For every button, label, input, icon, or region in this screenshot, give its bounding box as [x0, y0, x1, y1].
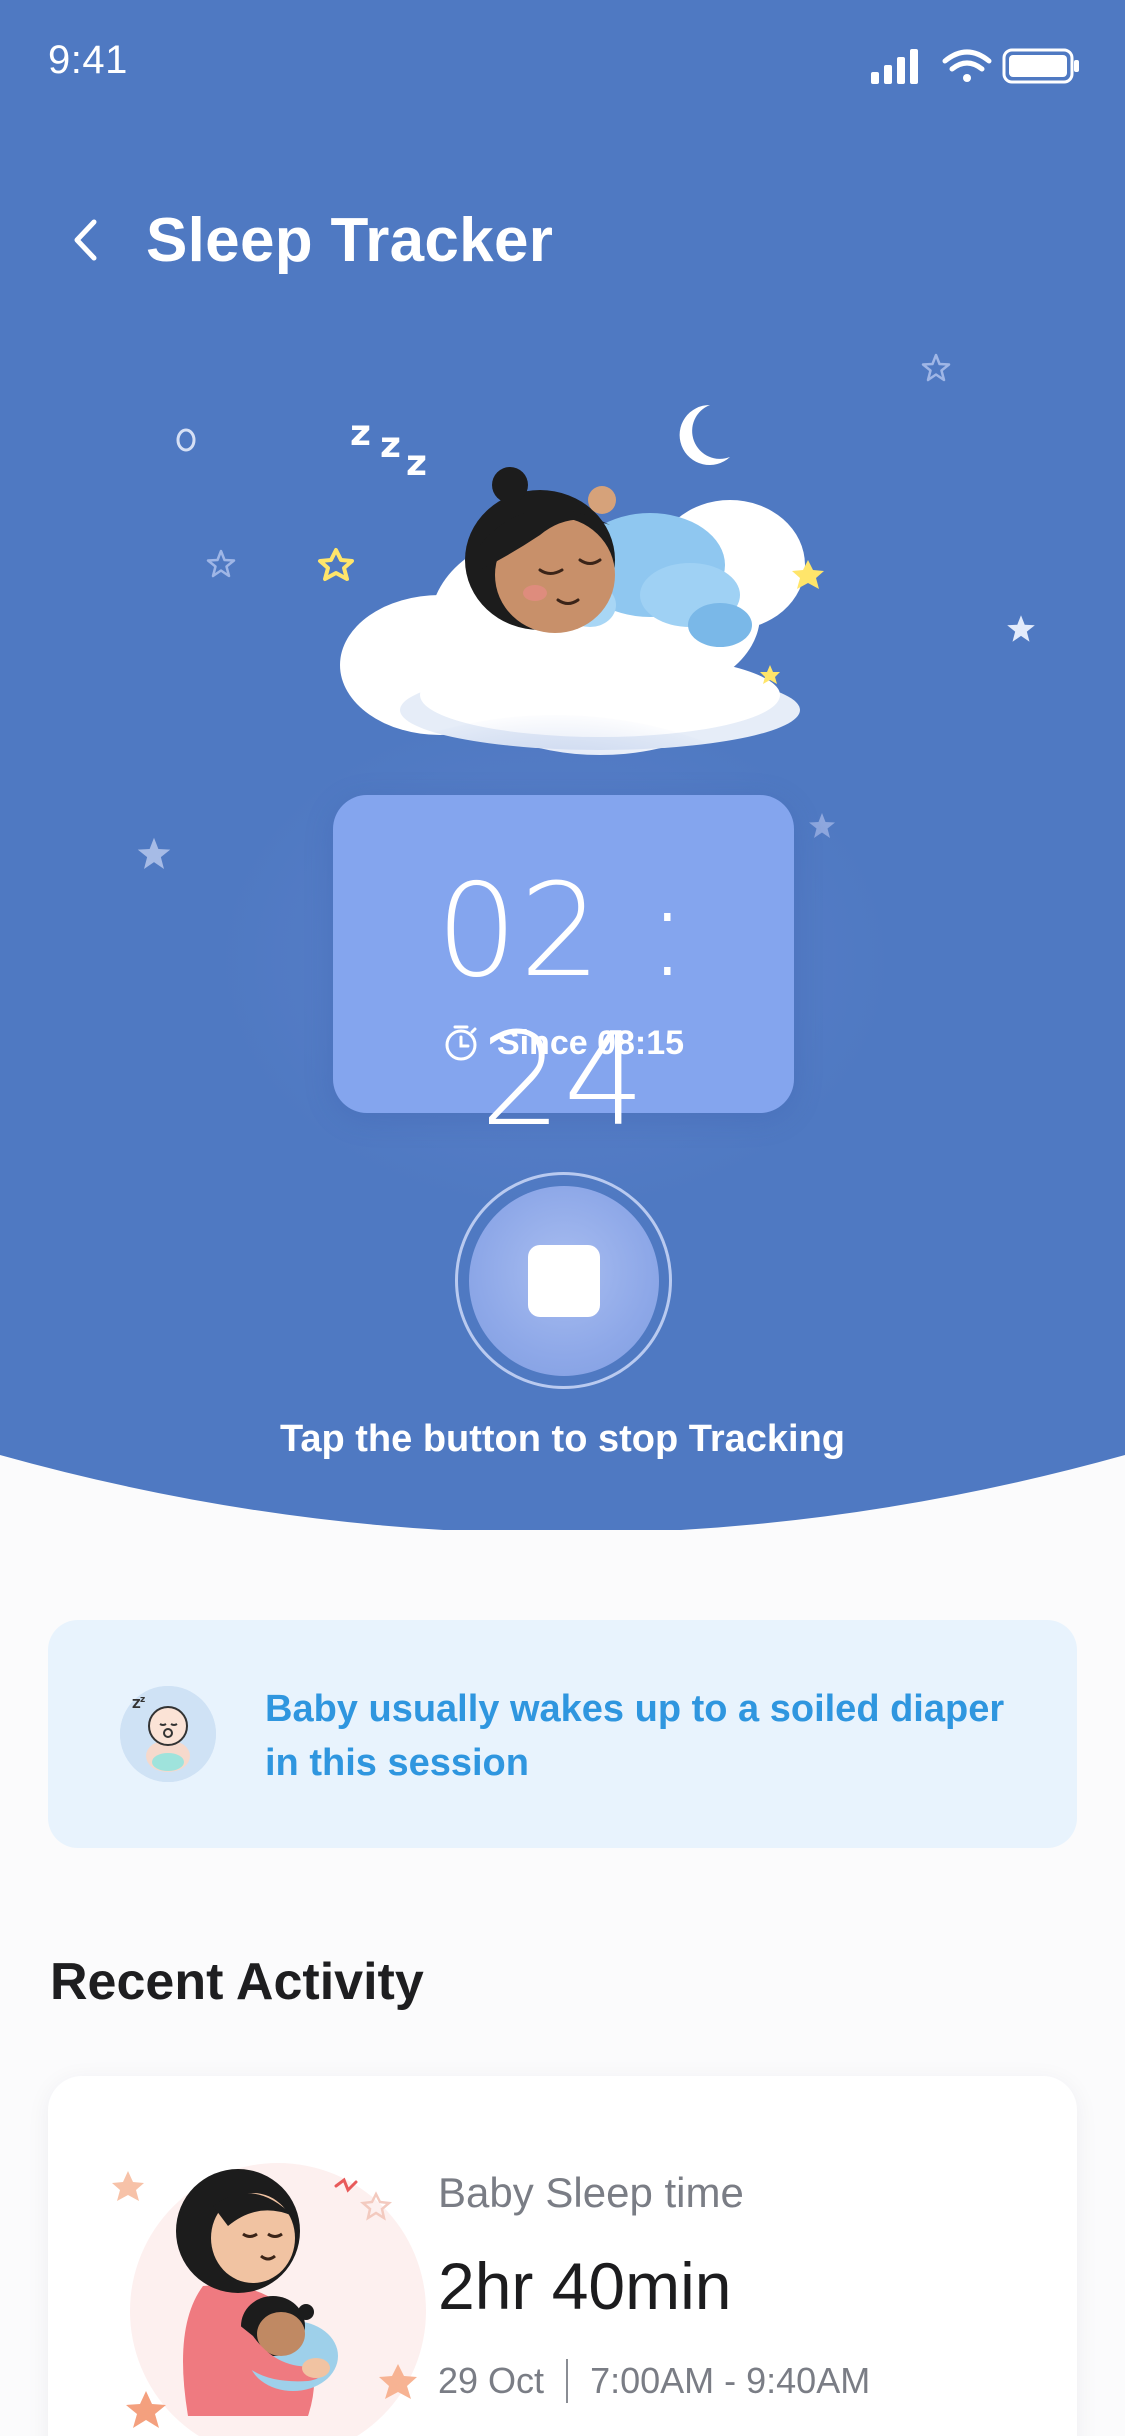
star-outline-icon	[921, 353, 951, 382]
hero-section: 9:41 Sleep Tracker z z z 02: 24 Since 0…	[0, 0, 1125, 1530]
activity-label: Baby Sleep time	[438, 2169, 744, 2216]
since-label: Since 08:15	[496, 1023, 685, 1062]
timer-card: 02 : 24 Since 08:15	[333, 795, 794, 1155]
tip-card: Z z Baby usually wakes up to a soiled di…	[48, 1620, 1077, 1848]
stop-icon	[527, 1244, 600, 1317]
tip-text: Baby usually wakes up to a soiled diaper…	[265, 1688, 1005, 1784]
battery-icon	[1002, 48, 1079, 84]
stop-hint-text: Tap the button to stop Tracking	[279, 1418, 846, 1460]
status-bar: 9:41	[0, 0, 1125, 130]
svg-text:z: z	[406, 443, 427, 484]
baby-avatar-icon: Z z	[120, 1686, 216, 1782]
status-icons	[871, 46, 1081, 91]
activity-time-range: 7:00AM - 9:40AM	[590, 2360, 871, 2401]
star-icon	[1007, 615, 1035, 642]
star-outline-icon	[206, 549, 236, 578]
back-button[interactable]	[50, 200, 120, 280]
chevron-left-icon	[74, 219, 97, 261]
stop-tracking-button[interactable]	[455, 1172, 672, 1389]
timer-value: 02 : 24	[436, 857, 691, 1155]
wifi-icon	[942, 49, 992, 82]
svg-text:z: z	[350, 413, 371, 454]
status-time: 9:41	[48, 38, 128, 82]
svg-text:z: z	[140, 1695, 145, 1705]
recent-activity-title: Recent Activity	[50, 1953, 424, 2011]
star-icon	[137, 837, 171, 869]
mother-holding-baby-illustration	[112, 2163, 426, 2436]
activity-date: 29 Oct	[438, 2360, 545, 2401]
circle-outline-icon	[176, 428, 196, 452]
since-row: Since 08:15	[333, 1023, 794, 1063]
meta-divider	[566, 2359, 569, 2403]
signal-icon	[871, 49, 918, 84]
stop-button-inner	[468, 1185, 659, 1376]
activity-meta: 29 Oct 7:00AM - 9:40AM	[438, 2359, 870, 2403]
svg-text:z: z	[380, 425, 401, 466]
activity-duration: 2hr 40min	[438, 2249, 732, 2323]
activity-card[interactable]: Baby Sleep time 2hr 40min 29 Oct 7:00AM …	[48, 2076, 1077, 2436]
stopwatch-icon	[445, 1025, 477, 1061]
page-title: Sleep Tracker	[146, 206, 554, 275]
